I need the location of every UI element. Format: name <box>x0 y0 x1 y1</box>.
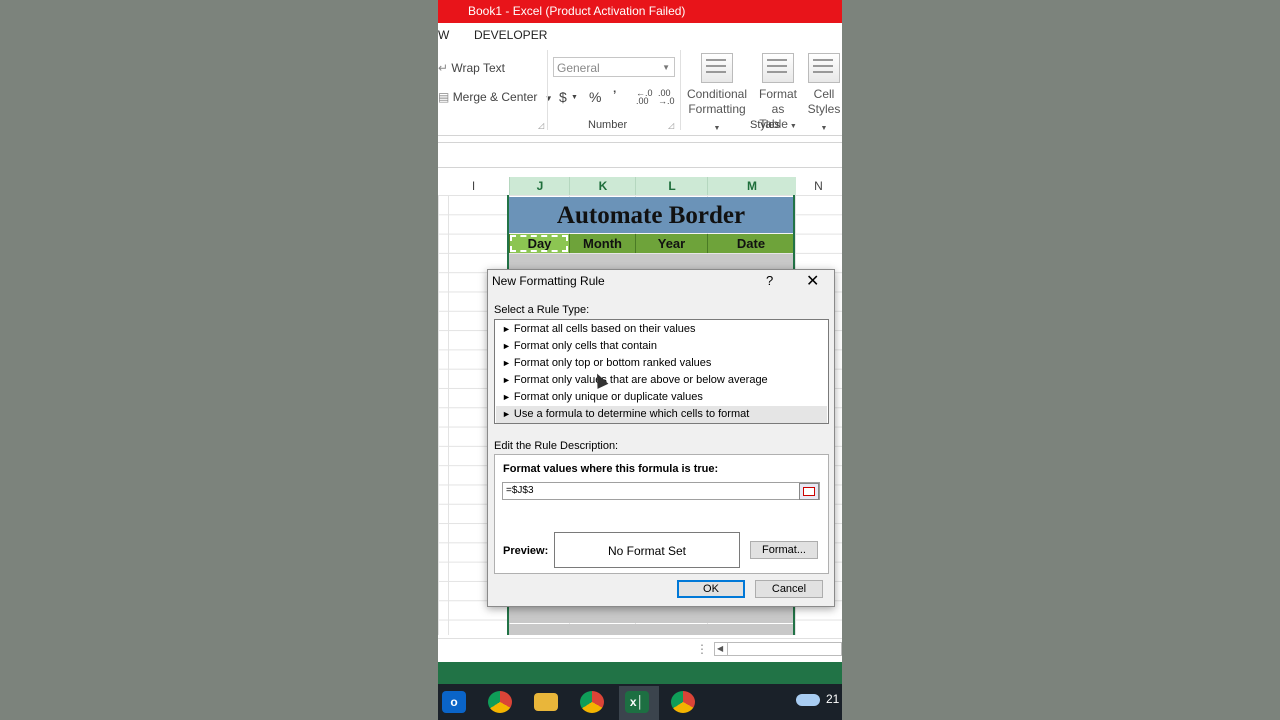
excel-window: Book1 - Excel (Product Activation Failed… <box>438 0 842 720</box>
title-bar: Book1 - Excel (Product Activation Failed… <box>438 0 842 23</box>
format-button[interactable]: Format... <box>750 541 818 559</box>
arrow-right-icon: ► <box>502 375 511 385</box>
rule-type-item[interactable]: ► Format only unique or duplicate values <box>496 389 827 406</box>
select-rule-type-label: Select a Rule Type: <box>494 304 590 316</box>
rule-type-list[interactable]: ► Format all cells based on their values … <box>494 319 829 424</box>
rule-type-item-selected[interactable]: ► Use a formula to determine which cells … <box>496 406 827 423</box>
rule-type-item[interactable]: ► Format only values that are above or be… <box>496 372 827 389</box>
tab-review-partial[interactable]: W <box>438 28 449 42</box>
wrap-text-icon: ↵ <box>438 61 449 75</box>
number-format-value: General <box>557 61 600 75</box>
styles-group-label: Styles <box>750 119 780 131</box>
rule-type-item[interactable]: ► Format all cells based on their values <box>496 321 827 338</box>
column-headers: I J K L M N <box>438 177 842 196</box>
conditional-formatting-button[interactable]: Conditional Formatting ▼ <box>686 53 748 136</box>
rule-type-item[interactable]: ► Format only cells that contain <box>496 338 827 355</box>
divider <box>727 643 728 655</box>
new-formatting-rule-dialog: New Formatting Rule ? ✕ Select a Rule Ty… <box>487 269 835 607</box>
preview-box: No Format Set <box>554 532 740 568</box>
file-explorer-icon[interactable] <box>534 693 558 711</box>
split-handle-icon[interactable]: ⋮ <box>696 642 708 656</box>
conditional-formatting-label-2: Formatting ▼ <box>688 102 746 132</box>
ribbon: ↵ Wrap Text ▤ Merge & Center ▼ ◿ General… <box>438 45 842 136</box>
window-title: Book1 - Excel (Product Activation Failed… <box>468 4 686 18</box>
merge-center-button[interactable]: ▤ Merge & Center ▼ <box>438 90 553 104</box>
arrow-right-icon: ► <box>502 324 511 334</box>
cancel-button[interactable]: Cancel <box>755 580 823 598</box>
ok-button[interactable]: OK <box>677 580 745 598</box>
weather-cloud-icon[interactable] <box>796 694 820 706</box>
chrome-profile-2-icon[interactable] <box>671 691 695 713</box>
tab-developer[interactable]: DEVELOPER <box>474 28 547 42</box>
clock-partial[interactable]: 21 <box>826 692 839 706</box>
column-header-m[interactable]: M <box>707 177 796 195</box>
number-format-select[interactable]: General ▼ <box>553 57 675 77</box>
increase-decimal-button[interactable]: ←.0 .00 <box>636 89 654 106</box>
horizontal-scrollbar[interactable]: ◀ <box>714 642 842 656</box>
arrow-right-icon: ► <box>502 409 511 419</box>
column-header-l[interactable]: L <box>635 177 708 195</box>
format-as-table-icon <box>762 53 794 83</box>
chevron-down-icon: ▼ <box>662 63 670 72</box>
close-icon[interactable]: ✕ <box>806 271 819 291</box>
help-icon[interactable]: ? <box>766 273 773 288</box>
cell-styles-label-2: Styles ▼ <box>807 102 841 132</box>
cell-styles-label-1: Cell <box>813 87 835 101</box>
column-header-j[interactable]: J <box>509 177 570 195</box>
outlook-icon[interactable]: o <box>442 691 466 713</box>
formula-input[interactable]: =$J$3 <box>502 482 820 500</box>
preview-label: Preview: <box>503 545 549 557</box>
wrap-text-button[interactable]: ↵ Wrap Text <box>438 61 505 75</box>
ribbon-tabs: W DEVELOPER <box>438 23 842 45</box>
wrap-text-label: Wrap Text <box>451 61 505 75</box>
horizontal-scrollbar-area: ⋮ ◀ <box>438 638 842 661</box>
scroll-left-icon[interactable]: ◀ <box>717 643 723 655</box>
collapse-dialog-icon[interactable] <box>799 483 819 500</box>
arrow-right-icon: ► <box>502 358 511 368</box>
arrow-right-icon: ► <box>502 341 511 351</box>
currency-button[interactable]: $ <box>559 89 567 105</box>
edit-rule-description-label: Edit the Rule Description: <box>494 440 619 452</box>
chevron-down-icon: ▼ <box>571 94 578 101</box>
comma-button[interactable]: ’ <box>613 88 616 102</box>
conditional-formatting-label-1: Conditional <box>686 87 748 101</box>
chrome-icon[interactable] <box>488 691 512 713</box>
excel-icon[interactable]: x│ <box>625 691 649 713</box>
divider <box>680 50 681 130</box>
conditional-formatting-icon <box>701 53 733 83</box>
percent-button[interactable]: % <box>589 89 601 105</box>
column-header-k[interactable]: K <box>569 177 636 195</box>
formula-bar[interactable] <box>438 142 842 168</box>
dialog-launcher-icon[interactable]: ◿ <box>538 121 544 130</box>
dialog-title: New Formatting Rule <box>492 274 605 288</box>
chrome-profile-icon[interactable] <box>580 691 604 713</box>
decrease-decimal-button[interactable]: .00 →.0 <box>658 89 676 106</box>
merge-center-label: Merge & Center <box>452 90 538 104</box>
arrow-right-icon: ► <box>502 392 511 402</box>
chevron-down-icon: ▼ <box>544 94 553 103</box>
divider <box>547 50 548 130</box>
merge-icon: ▤ <box>438 90 450 104</box>
status-bar <box>438 662 842 684</box>
cell-styles-icon <box>808 53 840 83</box>
number-group-label: Number <box>588 119 628 131</box>
column-header-i[interactable]: I <box>438 177 509 195</box>
dialog-launcher-icon[interactable]: ◿ <box>668 121 674 130</box>
gridline <box>448 195 449 635</box>
format-as-table-label-1: Format as <box>758 87 797 116</box>
column-header-n[interactable]: N <box>795 177 842 195</box>
cell-styles-button[interactable]: Cell Styles ▼ <box>806 53 842 136</box>
rule-type-item[interactable]: ► Format only top or bottom ranked values <box>496 355 827 372</box>
formula-label: Format values where this formula is true… <box>503 463 719 475</box>
